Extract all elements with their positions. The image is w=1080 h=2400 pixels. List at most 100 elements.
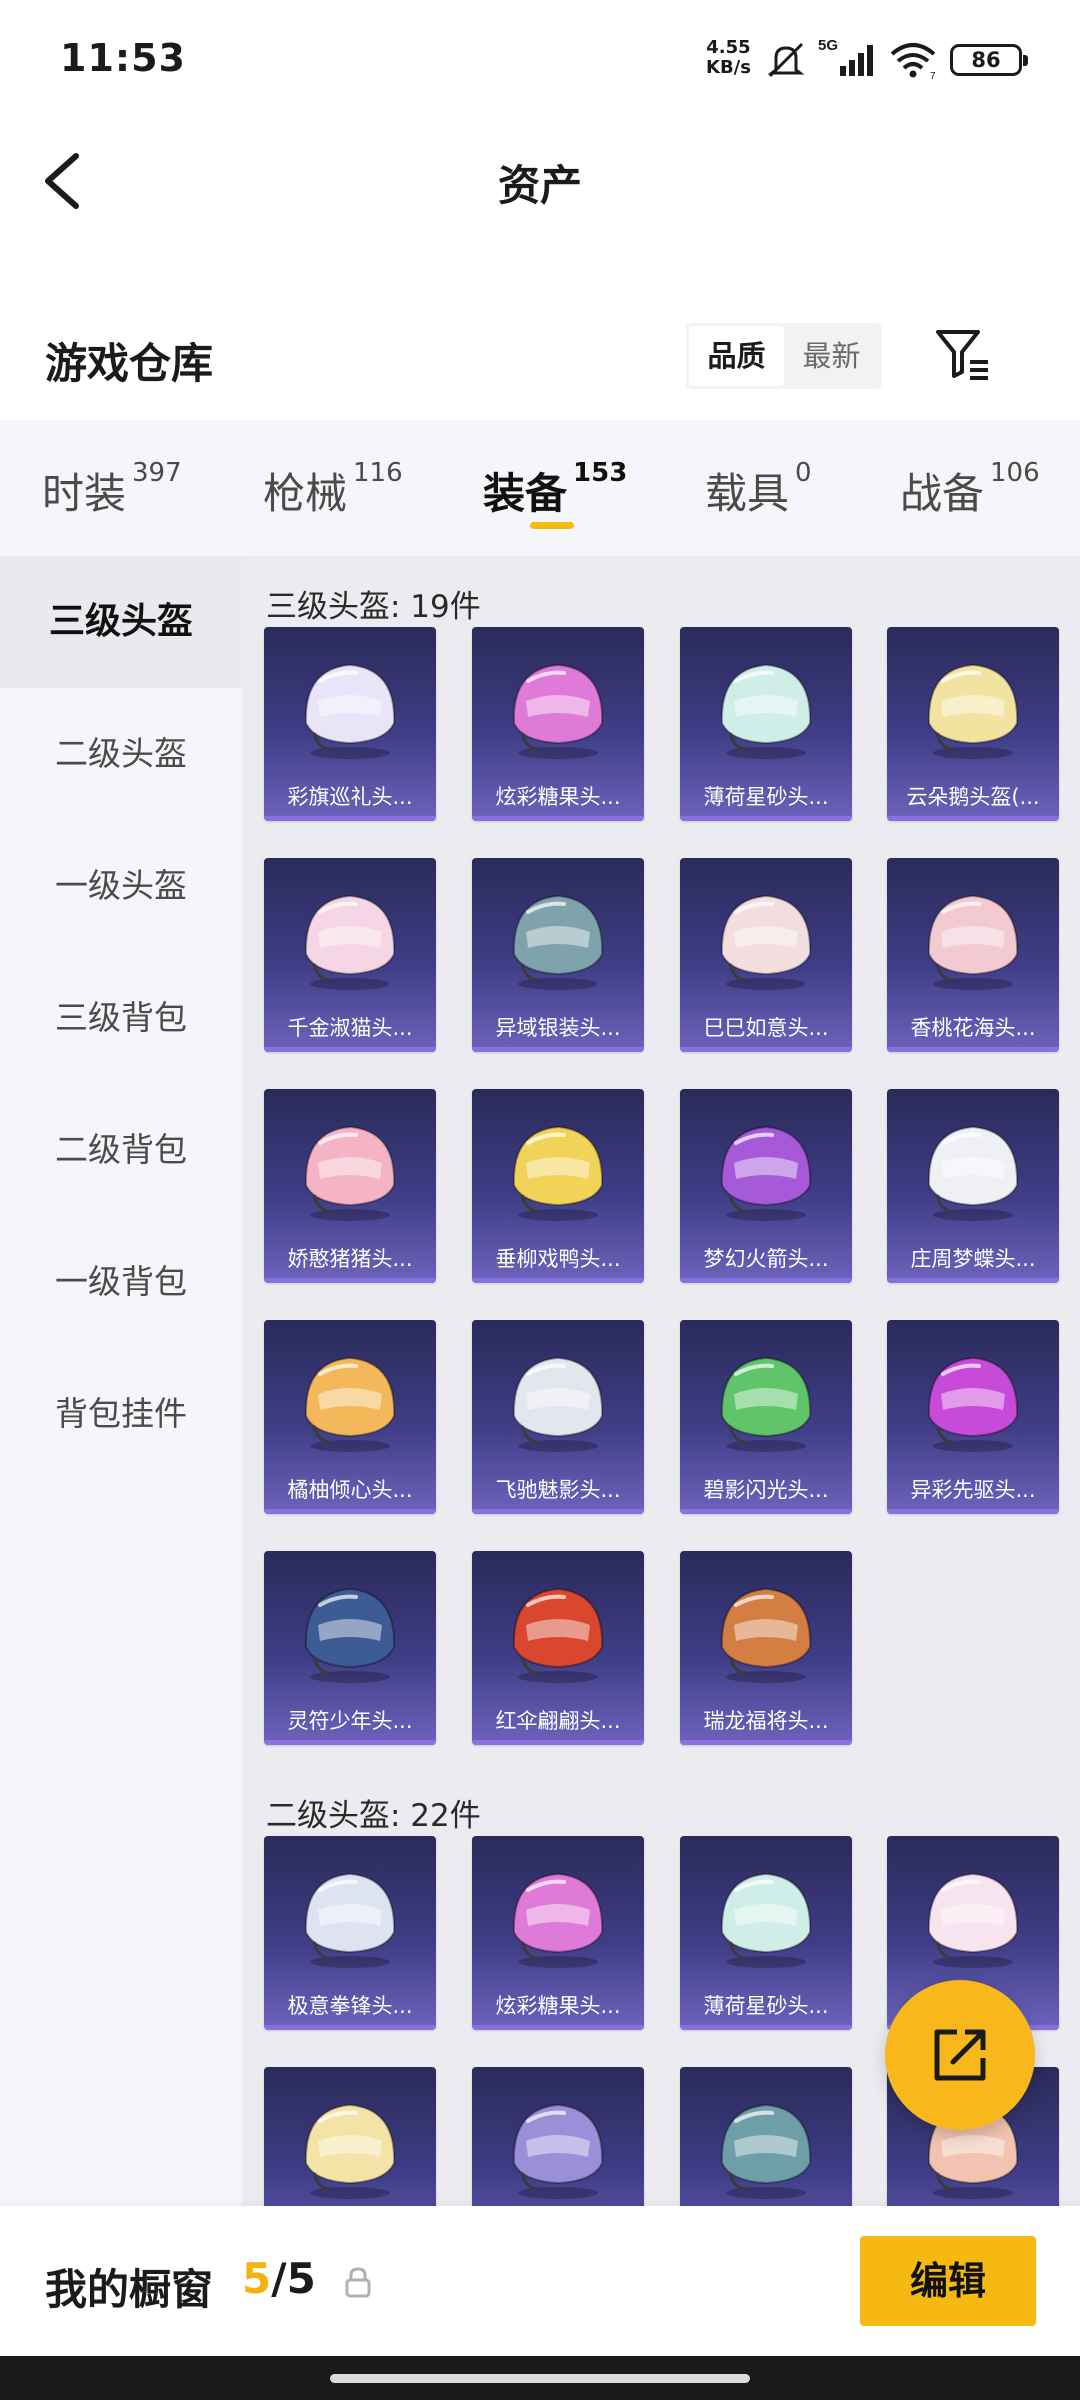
item-card[interactable]: 异彩先驱头...	[887, 1320, 1059, 1514]
item-card[interactable]: 飞驰魅影头...	[472, 1320, 644, 1514]
tab-firearms[interactable]: 枪械 116	[263, 458, 403, 521]
tab-label: 战备	[900, 469, 985, 518]
app-screen: 11:53 4.55 KB/s 5G 7 86 资产 游戏仓库 品质 最新 时装…	[0, 0, 1080, 2400]
sidebar-item-level2-backpack[interactable]: 二级背包	[0, 1084, 242, 1216]
tab-count: 106	[990, 458, 1040, 488]
helmet-icon	[720, 663, 812, 759]
status-bar: 11:53 4.55 KB/s 5G 7 86	[0, 0, 1080, 120]
helmet-icon	[512, 1125, 604, 1221]
showcase-total: /5	[271, 2254, 316, 2303]
system-nav-bar	[0, 2356, 1080, 2400]
tab-count: 153	[573, 458, 628, 488]
item-name: 薄荷星砂头...	[703, 1994, 829, 2018]
active-tab-indicator	[530, 522, 574, 529]
item-name: 巳巳如意头...	[703, 1016, 829, 1040]
item-name: 垂柳戏鸭头...	[495, 1247, 621, 1271]
helmet-icon	[512, 1872, 604, 1968]
helmet-icon	[304, 1356, 396, 1452]
item-card[interactable]: 炫彩糖果头...	[472, 1836, 644, 2030]
item-card[interactable]: 炫彩糖果头...	[472, 627, 644, 821]
sidebar-item-level3-backpack[interactable]: 三级背包	[0, 952, 242, 1084]
item-name: 灵符少年头...	[287, 1709, 413, 1733]
item-card[interactable]	[264, 2067, 436, 2206]
helmet-icon	[512, 1587, 604, 1683]
sidebar-item-backpack-charm[interactable]: 背包挂件	[0, 1348, 242, 1480]
item-card[interactable]: 薄荷星砂头...	[680, 627, 852, 821]
tab-fashion[interactable]: 时装 397	[42, 458, 182, 521]
item-name: 炫彩糖果头...	[495, 1994, 621, 2018]
mute-icon	[767, 42, 805, 78]
tab-label: 时装	[42, 469, 127, 518]
item-name: 千金淑猫头...	[287, 1016, 413, 1040]
net-speed-unit: KB/s	[706, 57, 751, 78]
page-title: 资产	[497, 161, 582, 210]
sidebar-item-level1-backpack[interactable]: 一级背包	[0, 1216, 242, 1348]
helmet-icon	[304, 1872, 396, 1968]
item-name: 碧影闪光头...	[703, 1478, 829, 1502]
item-card[interactable]: 梦幻火箭头...	[680, 1089, 852, 1283]
helmet-icon	[927, 1125, 1019, 1221]
tab-vehicles[interactable]: 载具 0	[705, 458, 812, 521]
item-card[interactable]: 异域银装头...	[472, 858, 644, 1052]
sidebar-item-level3-helmet[interactable]: 三级头盔	[0, 556, 242, 688]
tab-equipment[interactable]: 装备 153	[483, 458, 628, 521]
item-name: 薄荷星砂头...	[703, 785, 829, 809]
item-name: 异域银装头...	[495, 1016, 621, 1040]
item-name: 梦幻火箭头...	[703, 1247, 829, 1271]
tab-count: 397	[132, 458, 182, 488]
item-card[interactable]: 庄周梦蝶头...	[887, 1089, 1059, 1283]
tab-label: 装备	[483, 469, 568, 518]
wifi-icon: 7	[890, 43, 936, 80]
sort-option-newest[interactable]: 最新	[784, 326, 879, 386]
item-card[interactable]: 极意拳锋头...	[264, 1836, 436, 2030]
item-name: 庄周梦蝶头...	[910, 1247, 1036, 1271]
item-card[interactable]	[472, 2067, 644, 2206]
showcase-count: 5/5	[242, 2254, 316, 2303]
item-card[interactable]: 橘柚倾心头...	[264, 1320, 436, 1514]
item-name: 红伞翩翩头...	[495, 1709, 621, 1733]
item-card[interactable]: 巳巳如意头...	[680, 858, 852, 1052]
item-name: 橘柚倾心头...	[287, 1478, 413, 1502]
helmet-icon	[304, 1125, 396, 1221]
helmet-icon	[927, 663, 1019, 759]
helmet-icon	[720, 1356, 812, 1452]
item-name: 异彩先驱头...	[910, 1478, 1036, 1502]
item-card[interactable]: 娇憨猪猪头...	[264, 1089, 436, 1283]
item-name: 炫彩糖果头...	[495, 785, 621, 809]
tab-battle-gear[interactable]: 战备 106	[900, 458, 1040, 521]
helmet-icon	[304, 663, 396, 759]
helmet-icon	[512, 2103, 604, 2199]
item-card[interactable]	[680, 2067, 852, 2206]
item-card[interactable]: 香桃花海头...	[887, 858, 1059, 1052]
lock-icon	[345, 2267, 371, 2298]
item-card[interactable]: 碧影闪光头...	[680, 1320, 852, 1514]
item-card[interactable]: 云朵鹅头盔(...	[887, 627, 1059, 821]
filter-icon[interactable]	[934, 326, 992, 384]
showcase-current: 5	[242, 2254, 272, 2303]
helmet-icon	[720, 1125, 812, 1221]
sidebar-item-level1-helmet[interactable]: 一级头盔	[0, 820, 242, 952]
edit-button[interactable]: 编辑	[860, 2236, 1036, 2326]
network-label: 5G	[818, 37, 838, 54]
helmet-icon	[927, 1872, 1019, 1968]
item-card[interactable]: 千金淑猫头...	[264, 858, 436, 1052]
home-gesture-bar[interactable]	[330, 2374, 750, 2383]
item-card[interactable]: 垂柳戏鸭头...	[472, 1089, 644, 1283]
item-card[interactable]: 彩旗巡礼头...	[264, 627, 436, 821]
sort-option-quality[interactable]: 品质	[689, 326, 784, 386]
warehouse-title: 游戏仓库	[45, 339, 214, 388]
sidebar-item-level2-helmet[interactable]: 二级头盔	[0, 688, 242, 820]
item-card[interactable]: 瑞龙福将头...	[680, 1551, 852, 1745]
item-card[interactable]: 灵符少年头...	[264, 1551, 436, 1745]
item-card[interactable]: 薄荷星砂头...	[680, 1836, 852, 2030]
helmet-icon	[927, 1356, 1019, 1452]
item-name: 云朵鹅头盔(...	[906, 785, 1040, 809]
item-grid: 三级头盔: 19件 彩旗巡礼头... 炫彩糖果头... 薄荷星砂头... 云朵鹅头盔(.…	[242, 556, 1080, 2206]
tab-count: 0	[795, 458, 812, 488]
helmet-icon	[512, 1356, 604, 1452]
share-button[interactable]	[885, 1980, 1035, 2130]
item-card[interactable]: 红伞翩翩头...	[472, 1551, 644, 1745]
item-name: 瑞龙福将头...	[703, 1709, 829, 1733]
helmet-icon	[304, 2103, 396, 2199]
helmet-icon	[512, 663, 604, 759]
